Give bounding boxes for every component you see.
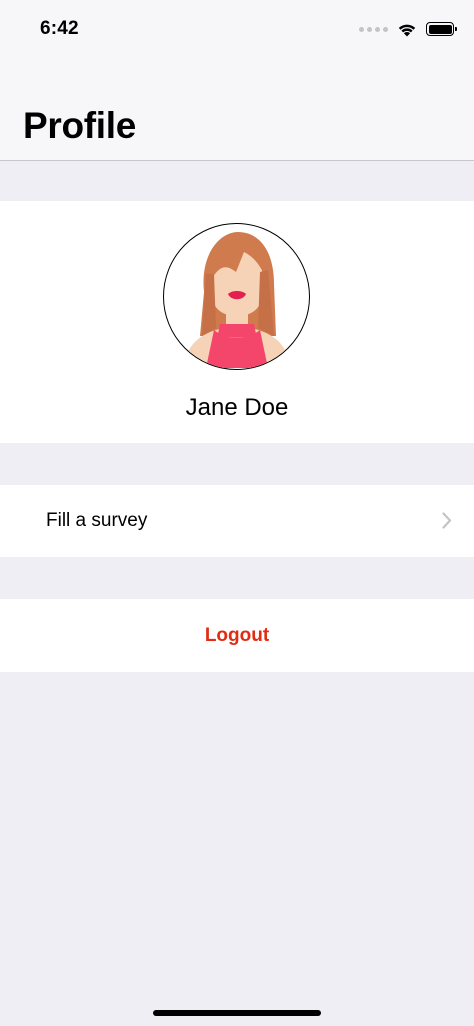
profile-screen: 6:42 Profile Jane Doe Fill a survey Logo… [0, 0, 474, 1026]
fill-survey-label: Fill a survey [46, 510, 148, 531]
navigation-header: 6:42 Profile [0, 0, 474, 161]
logout-label: Logout [204, 625, 270, 646]
fill-survey-row[interactable]: Fill a survey [0, 485, 474, 557]
status-icons [359, 20, 457, 38]
page-title: Profile [23, 105, 137, 146]
battery-icon [426, 22, 457, 36]
user-name: Jane Doe [185, 394, 289, 421]
logout-button[interactable]: Logout [0, 599, 474, 672]
status-time: 6:42 [40, 18, 79, 39]
signal-dots-icon [359, 26, 388, 32]
home-indicator[interactable] [153, 1010, 321, 1016]
wifi-icon [397, 22, 417, 37]
female-avatar-icon [163, 223, 310, 370]
profile-card: Jane Doe [0, 201, 474, 443]
chevron-right-icon [442, 512, 452, 534]
